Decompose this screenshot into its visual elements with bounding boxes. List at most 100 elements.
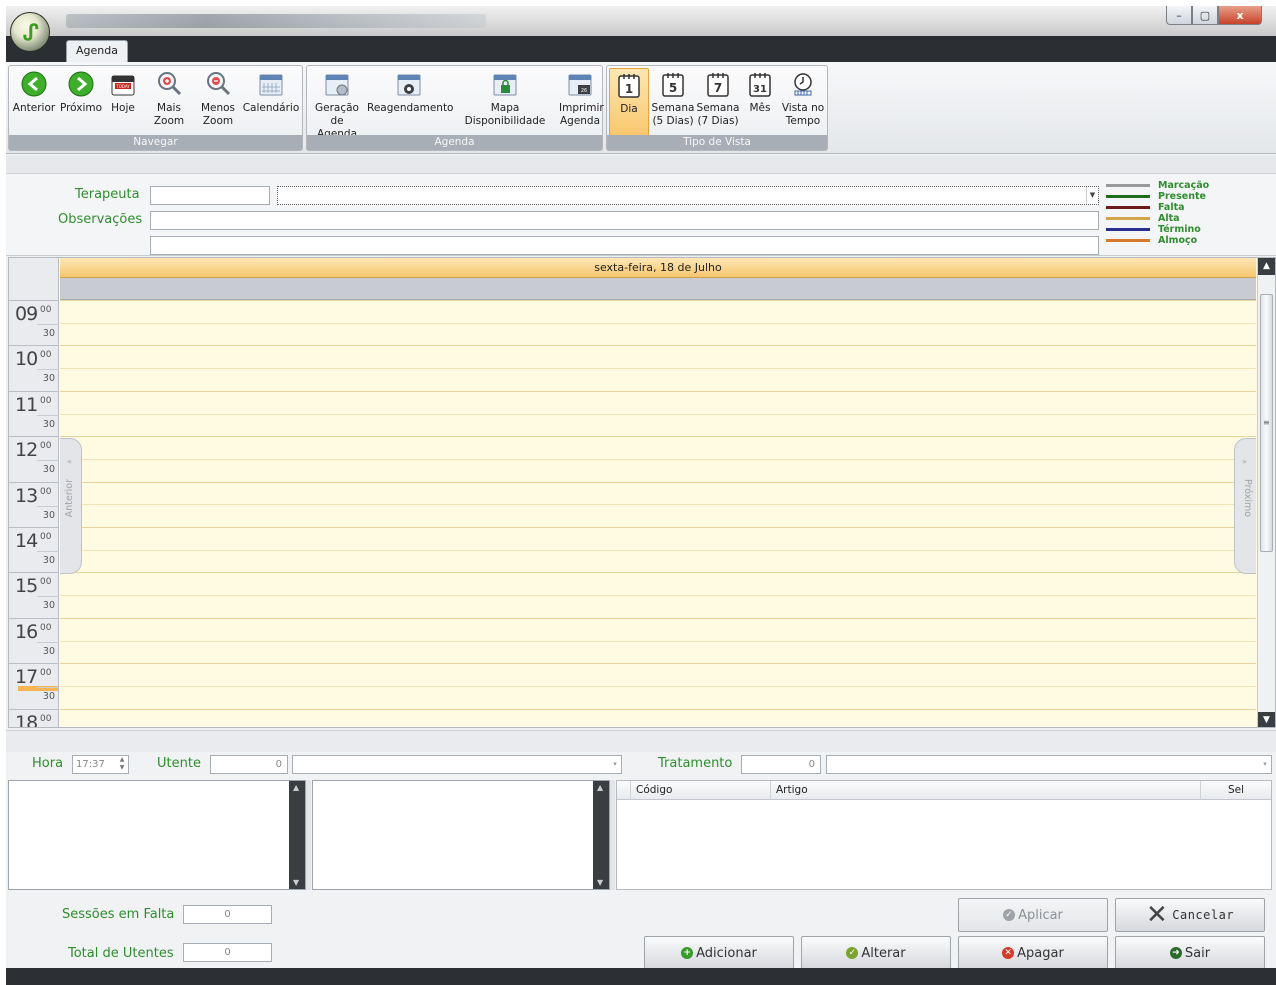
- proximo-label: Próximo: [59, 102, 103, 114]
- tratamento-code-input[interactable]: 0: [741, 755, 821, 774]
- time-slot[interactable]: [60, 504, 1256, 527]
- sair-button[interactable]: ➜ Sair: [1115, 936, 1265, 970]
- time-slot[interactable]: [60, 413, 1256, 437]
- time-slot[interactable]: [60, 481, 1256, 505]
- column-artigo[interactable]: Artigo: [771, 781, 1201, 800]
- cancelar-button[interactable]: ✕ Cancelar: [1115, 898, 1265, 932]
- imprimir-agenda-button[interactable]: 26 Imprimir Agenda: [559, 68, 604, 136]
- spinner-icon[interactable]: ▲ ▼: [116, 756, 128, 773]
- half-hour-tick: [37, 369, 59, 371]
- semana7-label-1: Semana: [696, 102, 740, 114]
- time-slot[interactable]: [60, 549, 1256, 573]
- observacoes-input-1[interactable]: [150, 211, 1099, 230]
- time-slot[interactable]: [60, 708, 1256, 727]
- chevron-down-icon[interactable]: ▼: [1086, 187, 1098, 204]
- legend-swatch: [1106, 184, 1150, 187]
- time-slot[interactable]: [60, 527, 1256, 550]
- observacoes-input-2[interactable]: [150, 236, 1099, 255]
- time-slot[interactable]: [60, 595, 1256, 618]
- application-menu-button[interactable]: ᔑ: [10, 12, 50, 52]
- terapeuta-name-combo[interactable]: ▼: [277, 186, 1099, 205]
- terapeuta-code-input[interactable]: [150, 186, 270, 205]
- time-slot[interactable]: [60, 572, 1256, 595]
- vista-semana-5-button[interactable]: 5 Semana (5 Dias): [651, 68, 695, 136]
- svg-text:26: 26: [581, 88, 587, 94]
- time-slot[interactable]: [60, 436, 1256, 459]
- geracao-agenda-button[interactable]: Geração de Agenda: [309, 68, 365, 140]
- apagar-button[interactable]: ✕ Apagar: [958, 936, 1108, 970]
- time-slot[interactable]: [60, 685, 1256, 709]
- appointment-details-panel: Hora 17:37 ▲ ▼ Utente 0 ▾ Tratamento 0 ▾ …: [6, 752, 1276, 974]
- calendario-button[interactable]: Calendário: [242, 68, 300, 136]
- list-scrollbar[interactable]: ▲ ▼: [593, 781, 609, 889]
- mapa-disponibilidade-button[interactable]: Mapa Disponibilidade: [453, 68, 557, 136]
- time-slot[interactable]: [60, 640, 1256, 664]
- scroll-down-arrow-icon[interactable]: ▼: [1258, 712, 1275, 727]
- legend-label: Presente: [1158, 191, 1206, 202]
- chevron-down-icon[interactable]: ▾: [1259, 756, 1271, 773]
- calendar-scrollbar[interactable]: ▲ ≡ ▼: [1257, 258, 1275, 727]
- list-splitter[interactable]: [306, 780, 311, 890]
- vista-dia-button[interactable]: 1 Dia: [609, 68, 649, 136]
- vista-semana-7-button[interactable]: 7 Semana (7 Dias): [696, 68, 740, 136]
- time-slot[interactable]: [60, 345, 1256, 368]
- time-slot[interactable]: [60, 368, 1256, 391]
- column-codigo[interactable]: Código: [631, 781, 771, 800]
- scroll-down-arrow-icon[interactable]: ▼: [597, 878, 603, 887]
- reagendamento-button[interactable]: Reagendamento: [367, 68, 453, 136]
- tab-agenda[interactable]: Agenda: [66, 40, 128, 62]
- legend-swatch: [1106, 239, 1150, 242]
- ribbon-group-navegar: Anterior Próximo TODAY Hoje Mais Zoom Me…: [8, 65, 303, 151]
- scroll-up-arrow-icon[interactable]: ▲: [293, 783, 299, 792]
- tratamentos-grid[interactable]: Código Artigo Sel: [616, 780, 1272, 890]
- menos-zoom-button[interactable]: Menos Zoom: [199, 68, 237, 136]
- maximize-button[interactable]: ▢: [1192, 6, 1218, 25]
- half-hour-tick: [37, 324, 59, 325]
- time-slot[interactable]: [60, 663, 1256, 686]
- hora-input[interactable]: 17:37 ▲ ▼: [72, 755, 129, 774]
- column-sel[interactable]: Sel: [1201, 781, 1271, 800]
- hour-label: 09 00 30: [9, 300, 59, 346]
- hoje-button[interactable]: TODAY Hoje: [106, 68, 140, 136]
- proximo-button[interactable]: Próximo: [57, 68, 105, 136]
- time-slot[interactable]: [60, 617, 1256, 641]
- next-appointment-tab[interactable]: » Próximo: [1234, 438, 1256, 574]
- minimize-button[interactable]: –: [1166, 6, 1192, 25]
- utente-name-combo[interactable]: ▾: [292, 755, 622, 774]
- hour-number: 16: [15, 620, 38, 643]
- day-header[interactable]: sexta-feira, 18 de Julho: [60, 258, 1256, 278]
- utente-code-input[interactable]: 0: [210, 755, 288, 774]
- alterar-button[interactable]: ✓ Alterar: [801, 936, 951, 970]
- time-slot[interactable]: [60, 390, 1256, 414]
- mes-label: Mês: [749, 102, 771, 114]
- time-slot[interactable]: [60, 322, 1256, 346]
- utentes-list[interactable]: ▲ ▼: [8, 780, 306, 890]
- adicionar-label: Adicionar: [696, 945, 757, 961]
- time-slot[interactable]: [60, 458, 1256, 482]
- vista-no-tempo-button[interactable]: Vista no Tempo: [781, 68, 825, 136]
- previous-appointment-tab[interactable]: « Anterior: [60, 438, 82, 574]
- close-button[interactable]: x: [1218, 6, 1262, 25]
- day-view-calendar[interactable]: 09 00 30 10 00 30 11 00 30 12 00 30 13 00 30 14 00 30 15 00…: [8, 257, 1276, 728]
- mais-zoom-button[interactable]: Mais Zoom: [142, 68, 196, 136]
- scroll-down-arrow-icon[interactable]: ▼: [293, 878, 299, 887]
- ribbon-group-tipo-de-vista: 1 Dia 5 Semana (5 Dias) 7 Semana (7 Dias…: [606, 65, 828, 151]
- hour-label: 12 00 30: [9, 436, 59, 482]
- tratamento-name-combo[interactable]: ▾: [826, 755, 1272, 774]
- all-day-area[interactable]: [60, 278, 1256, 300]
- anterior-button[interactable]: Anterior: [11, 68, 57, 136]
- vista-mes-button[interactable]: 31 Mês: [743, 68, 777, 136]
- grid-splitter[interactable]: [610, 780, 615, 890]
- scroll-up-arrow-icon[interactable]: ▲: [597, 783, 603, 792]
- scroll-up-arrow-icon[interactable]: ▲: [1258, 258, 1275, 275]
- sessoes-list[interactable]: ▲ ▼: [312, 780, 610, 890]
- hour-number: 12: [15, 439, 38, 462]
- time-slot[interactable]: [60, 300, 1256, 323]
- adicionar-button[interactable]: + Adicionar: [644, 936, 794, 970]
- time-slots[interactable]: [60, 300, 1256, 727]
- aplicar-button[interactable]: ✓ Aplicar: [958, 898, 1108, 932]
- scrollbar-thumb[interactable]: ≡: [1260, 294, 1273, 552]
- chevron-down-icon[interactable]: ▾: [609, 756, 621, 773]
- list-scrollbar[interactable]: ▲ ▼: [289, 781, 305, 889]
- ribbon-separator: [6, 156, 1276, 174]
